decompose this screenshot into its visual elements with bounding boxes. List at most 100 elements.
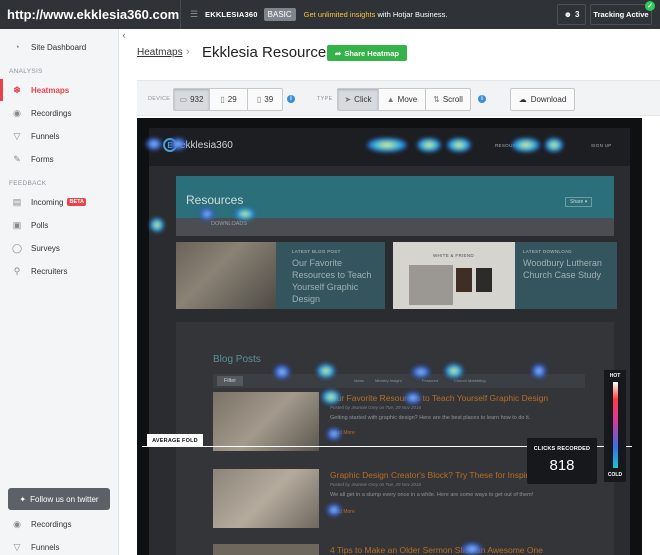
snapshot-post-desc: We all get in a slump every once in a wh… — [330, 492, 534, 498]
heat-spot — [445, 364, 463, 378]
type-label-move: Move — [397, 95, 418, 104]
sidebar-item-forms[interactable]: ✎ Forms — [0, 148, 119, 170]
funnel-icon: ▽ — [13, 130, 21, 141]
plan-badge: BASIC — [263, 8, 296, 21]
heat-spot — [447, 138, 471, 152]
sidebar: ◔ Site Dashboard ANALYSIS ❄ Heatmaps ◉ R… — [0, 29, 119, 555]
tablet-icon: ▯ — [220, 95, 225, 104]
desktop-icon: ▭ — [179, 95, 188, 104]
sidebar-item-label: Heatmaps — [31, 85, 70, 95]
legend-gradient-bar — [613, 382, 618, 468]
type-move-button[interactable]: ▲ Move — [379, 89, 426, 110]
heat-spot — [512, 138, 540, 152]
move-icon: ▲ — [386, 95, 395, 104]
snapshot-post-image — [213, 392, 319, 451]
device-desktop-button[interactable]: ▭ 932 — [174, 89, 210, 110]
heat-spot — [235, 208, 255, 220]
sidebar-item-polls[interactable]: ▣ Polls — [0, 214, 119, 236]
device-phone-button[interactable]: ▯ 39 — [248, 89, 282, 110]
section-header-analysis: ANALYSIS — [9, 68, 43, 75]
sidebar-item-label: Recruiters — [31, 266, 68, 276]
sidebar-item-recordings[interactable]: ◉ Recordings — [0, 102, 119, 124]
download-label: Download — [530, 95, 567, 104]
sidebar-item-label: Surveys — [31, 243, 60, 253]
device-count: 29 — [227, 95, 237, 104]
recording-icon: ◉ — [13, 518, 21, 529]
survey-icon: ◯ — [11, 242, 23, 253]
heatmap-canvas[interactable]: E ekklesia360 RESOURCES SIGN UP Resource… — [137, 118, 642, 555]
upgrade-promo[interactable]: Get unlimited insights with Hotjar Busin… — [304, 10, 448, 19]
type-click-button[interactable]: ➤ Click — [338, 89, 379, 110]
share-icon: ➦ — [335, 48, 342, 58]
heat-spot — [317, 364, 335, 378]
sidebar-item-label: Polls — [31, 220, 49, 230]
snapshot-nav-signup: SIGN UP — [591, 143, 612, 148]
snapshot-post-image — [213, 469, 319, 528]
heatmap-toolbar: DEVICE ▭ 932 ▯ 29 ▯ 39 i TYPE ➤ Click ▲ … — [137, 80, 660, 116]
heat-spot — [327, 428, 341, 440]
logo-text: ekklesia360 — [180, 139, 233, 151]
clicks-recorded-box: CLICKS RECORDED 818 — [527, 438, 597, 484]
heat-spot — [322, 390, 340, 404]
heat-spot — [405, 392, 421, 404]
type-scroll-button[interactable]: ⇅ Scroll — [426, 89, 470, 110]
snapshot-filter-option: Ministry Insight — [375, 378, 402, 383]
sidebar-item-recordings-bottom[interactable]: ◉ Recordings — [0, 513, 119, 535]
dashboard-icon: ◔ — [14, 42, 20, 52]
sidebar-item-recruiters[interactable]: ⚲ Recruiters — [0, 260, 119, 282]
type-label: TYPE — [317, 96, 333, 102]
device-info-icon[interactable]: i — [287, 95, 295, 103]
collapse-sidebar-icon[interactable]: ‹ — [119, 30, 129, 42]
recruiter-icon: ⚲ — [13, 265, 21, 276]
cloud-download-icon: ☁ — [518, 95, 527, 104]
site-name[interactable]: EKKLESIA360 — [205, 10, 258, 19]
inbox-icon: ▤ — [12, 196, 22, 207]
snapshot-downloads-label: DOWNLOADS — [211, 221, 248, 227]
tracking-status-button[interactable]: Tracking Active ✓ — [590, 1, 655, 25]
legend-hot-label: HOT — [609, 373, 621, 379]
sidebar-item-funnels[interactable]: ▽ Funnels — [0, 125, 119, 147]
snapshot-filter: Filter — [217, 376, 243, 386]
sidebar-item-label: Forms — [31, 154, 54, 164]
heat-spot — [146, 138, 162, 150]
type-label-scroll: Scroll — [442, 95, 463, 104]
legend-cold-label: COLD — [607, 472, 623, 478]
heat-spot — [200, 208, 214, 220]
snapshot-post-desc: Getting started with graphic design? Her… — [330, 415, 531, 421]
users-count: 3 — [574, 10, 580, 19]
sidebar-item-funnels-bottom[interactable]: ▽ Funnels — [0, 536, 119, 555]
sidebar-item-surveys[interactable]: ◯ Surveys — [0, 237, 119, 259]
snapshot-card-tag: LATEST BLOG POST — [292, 249, 341, 254]
sidebar-item-label: Recordings — [31, 108, 72, 118]
snapshot-book-image — [476, 268, 492, 292]
heat-spot — [532, 364, 546, 378]
download-button[interactable]: ☁ Download — [510, 88, 575, 111]
site-url[interactable]: http://www.ekklesia360.com — [0, 7, 180, 22]
heat-spot — [150, 218, 164, 232]
sidebar-item-incoming[interactable]: ▤ Incoming BETA — [0, 191, 119, 213]
share-heatmap-button[interactable]: ➦ Share Heatmap — [327, 45, 407, 61]
phone-icon: ▯ — [256, 95, 262, 104]
snapshot-post-title: 4 Tips to Make an Older Sermon Slide an … — [330, 545, 543, 555]
clicks-recorded-label: CLICKS RECORDED — [533, 446, 591, 452]
device-tablet-button[interactable]: ▯ 29 — [210, 89, 248, 110]
sidebar-item-label: Incoming — [31, 197, 64, 207]
sidebar-item-dashboard[interactable]: ◔ Site Dashboard — [0, 36, 119, 58]
recording-icon: ◉ — [13, 107, 21, 118]
type-info-icon[interactable]: i — [478, 95, 486, 103]
breadcrumb[interactable]: Heatmaps — [137, 47, 183, 58]
snapshot-post-title: Our Favorite Resources to Teach Yourself… — [330, 393, 549, 403]
heat-spot — [412, 366, 430, 378]
site-switch-icon[interactable]: ☰ — [187, 9, 201, 20]
sidebar-item-heatmaps[interactable]: ❄ Heatmaps — [0, 79, 119, 101]
clicks-recorded-count: 818 — [549, 457, 575, 474]
promo-highlight[interactable]: Get unlimited insights — [304, 10, 376, 19]
twitter-follow-button[interactable]: ✦ Follow us on twitter — [8, 488, 110, 510]
sidebar-item-label: Recordings — [31, 519, 72, 529]
snapshot-blog-title: Blog Posts — [213, 354, 261, 365]
snapshot-post-image — [213, 544, 319, 555]
cursor-icon: ➤ — [344, 95, 352, 104]
snapshot-book-image — [456, 268, 472, 292]
users-button[interactable]: ☻ 3 — [557, 4, 586, 25]
flame-icon: ❄ — [13, 84, 21, 95]
